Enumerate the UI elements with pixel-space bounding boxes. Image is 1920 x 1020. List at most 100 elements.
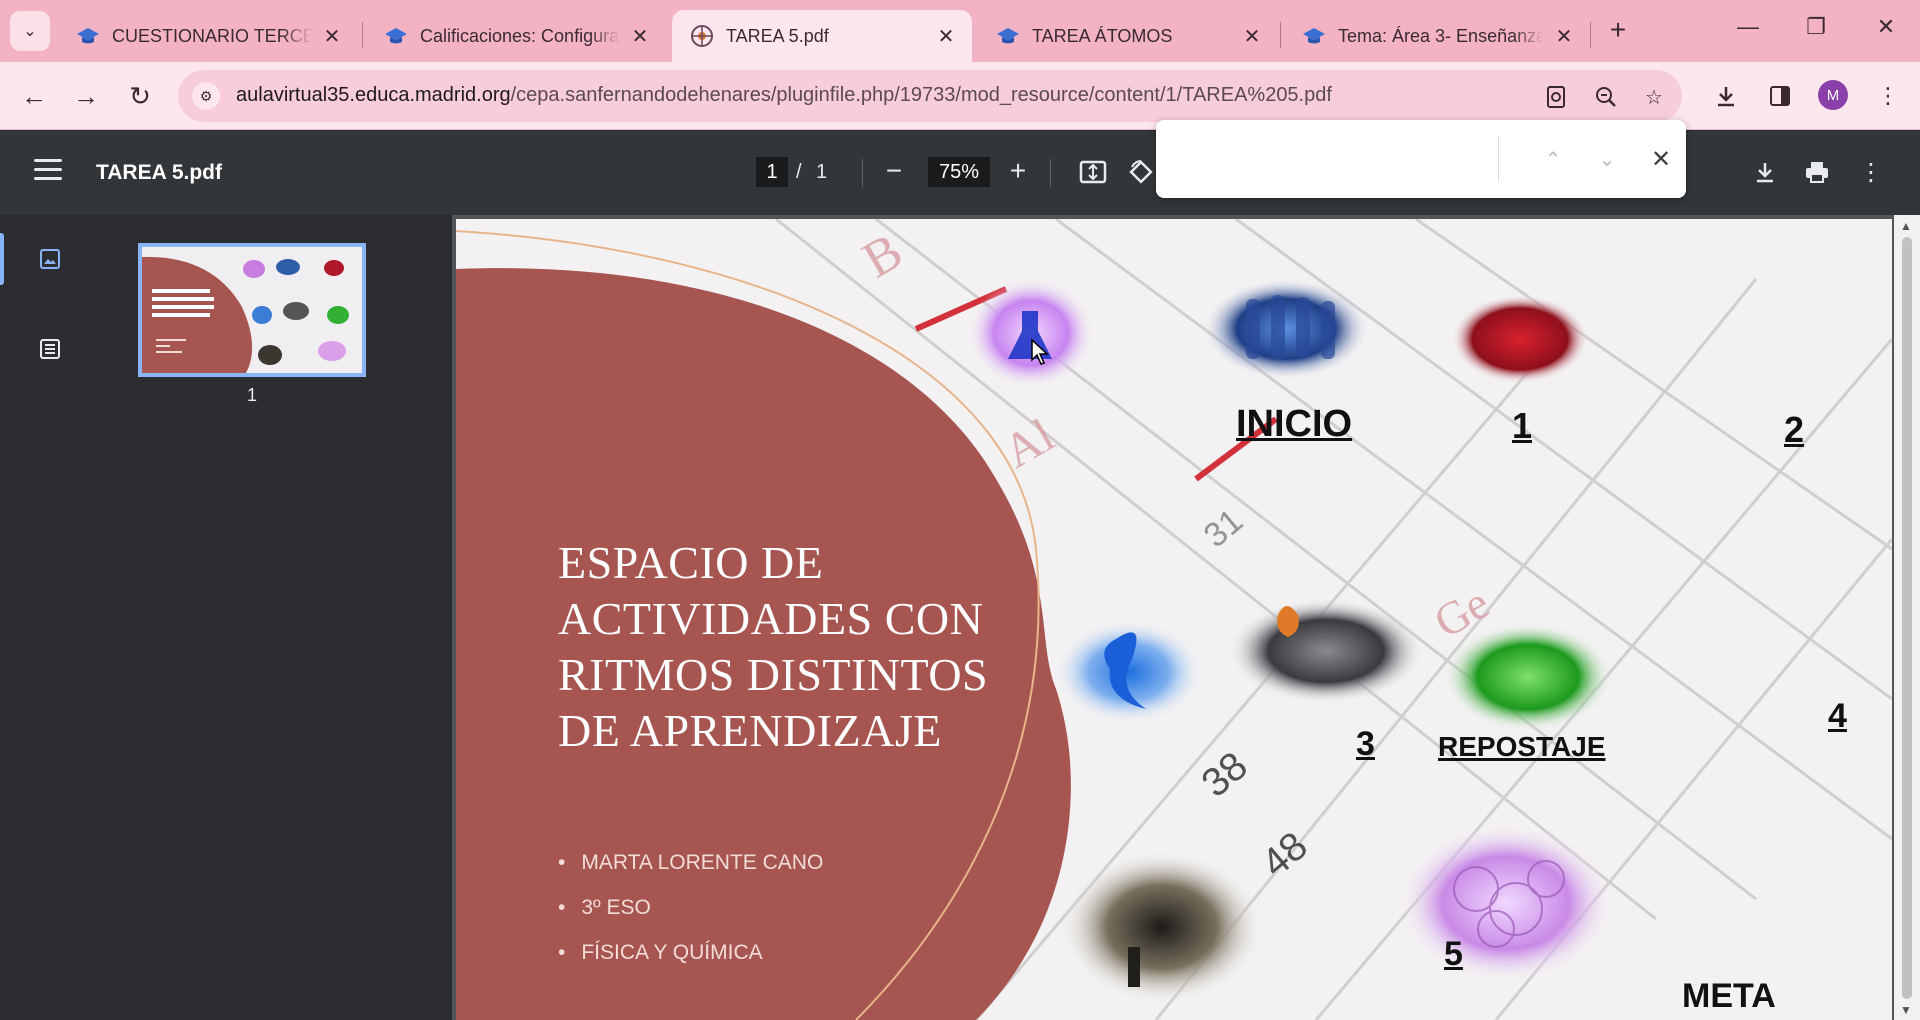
slide-author-list: MARTA LORENTE CANO 3º ESO FÍSICA Y QUÍMI… [558, 851, 823, 986]
downloads-button[interactable] [1706, 76, 1746, 116]
mouse-cursor-icon [1031, 338, 1049, 365]
arrow-left-icon: ← [21, 80, 47, 111]
pdf-more-button[interactable]: ⋮ [1854, 155, 1888, 189]
minus-icon: − [885, 155, 903, 186]
page-separator: / [796, 161, 802, 183]
print-icon [1806, 162, 1828, 183]
url-path: /cepa.sanfernandodehenares/pluginfile.ph… [510, 84, 1332, 106]
tab-title: CUESTIONARIO TERCER TRIMESTRE [112, 25, 312, 46]
url-text[interactable]: aulavirtual35.educa.madrid.org/cepa.sanf… [236, 84, 1332, 107]
tab-calificaciones[interactable]: Calificaciones: Configuración ✕ [366, 10, 666, 62]
green-cells-image [1444, 623, 1612, 731]
rotate-button[interactable] [1124, 155, 1158, 189]
zoom-input[interactable]: 75% [928, 157, 990, 187]
tab-title: TAREA 5.pdf [726, 25, 829, 46]
close-window-button[interactable]: ✕ [1866, 14, 1906, 40]
link-inicio[interactable]: INICIO [1236, 403, 1352, 446]
find-close-button[interactable]: ✕ [1644, 142, 1678, 176]
thumbnail-page-number: 1 [247, 385, 258, 405]
url-host: aulavirtual35.educa.madrid.org [236, 84, 511, 106]
arrow-right-icon: → [73, 80, 99, 111]
plus-icon: + [1609, 14, 1627, 45]
slide-title: ESPACIO DE ACTIVIDADES CON RITMOS DISTIN… [558, 535, 1078, 759]
minimize-button[interactable]: — [1728, 14, 1768, 40]
tab-title: TAREA ÁTOMOS [1032, 25, 1173, 46]
minimize-icon: — [1737, 14, 1759, 39]
scroll-down-icon[interactable]: ▼ [1900, 1003, 1912, 1017]
address-bar[interactable]: ⚙ aulavirtual35.educa.madrid.org/cepa.sa… [178, 70, 1682, 122]
browser-menu-button[interactable]: ⋮ [1868, 76, 1908, 116]
link-5[interactable]: 5 [1444, 935, 1463, 974]
zoom-icon[interactable] [1592, 83, 1620, 111]
fit-to-page-button[interactable] [1076, 155, 1110, 189]
toolbar-divider [1050, 159, 1051, 187]
page-total: 1 [816, 161, 828, 183]
plus-icon: + [1009, 155, 1027, 186]
bookmark-star-icon[interactable]: ☆ [1640, 83, 1668, 111]
tab-search-button[interactable]: ⌄ [10, 11, 50, 51]
close-icon[interactable]: ✕ [1552, 24, 1576, 49]
moodle-cap-icon [77, 28, 99, 44]
more-vertical-icon: ⋮ [1859, 158, 1883, 186]
menu-icon[interactable] [34, 159, 62, 181]
close-icon[interactable]: ✕ [1240, 24, 1264, 49]
moodle-cap-icon [997, 28, 1019, 44]
fit-page-icon [1079, 160, 1107, 184]
find-previous-button[interactable]: ⌃ [1536, 142, 1570, 176]
page-search-icon[interactable] [1542, 83, 1570, 111]
link-4[interactable]: 4 [1828, 697, 1847, 736]
reload-button[interactable]: ↻ [120, 76, 160, 116]
link-2[interactable]: 2 [1784, 409, 1804, 451]
close-icon[interactable]: ✕ [320, 24, 344, 49]
list-icon [40, 339, 60, 359]
zoom-in-button[interactable]: + [1000, 153, 1036, 189]
tab-cuestionario[interactable]: CUESTIONARIO TERCER TRIMESTRE ✕ [58, 10, 358, 62]
zoom-out-button[interactable]: − [876, 153, 912, 189]
side-panel-button[interactable] [1760, 76, 1800, 116]
thumbnails-tab[interactable] [0, 229, 100, 289]
back-button[interactable]: ← [14, 76, 54, 116]
site-info-icon[interactable]: ⚙ [192, 82, 220, 110]
tab-separator [1280, 22, 1281, 48]
more-vertical-icon: ⋮ [1877, 83, 1899, 108]
link-repostaje[interactable]: REPOSTAJE [1438, 731, 1606, 763]
scroll-up-icon[interactable]: ▲ [1900, 219, 1912, 233]
reload-icon: ↻ [129, 80, 151, 111]
new-tab-button[interactable]: + [1600, 14, 1636, 46]
chevron-up-icon: ⌃ [1544, 148, 1562, 171]
page-number-input[interactable]: 1 [756, 157, 788, 187]
page-scrollbar[interactable]: ▲ ▼ [1894, 215, 1920, 1020]
tab-tarea-atomos[interactable]: TAREA ÁTOMOS ✕ [978, 10, 1278, 62]
test-tubes-image [1204, 279, 1368, 379]
forward-button[interactable]: → [66, 76, 106, 116]
tab-tema-area-3[interactable]: Tema: Área 3- Enseñanza ✕ [1284, 10, 1590, 62]
tab-tarea-5[interactable]: TAREA 5.pdf ✕ [672, 10, 972, 62]
find-input[interactable] [1170, 136, 1440, 180]
pdf-viewport[interactable]: B Al Ge In 48 38 31 [452, 215, 1894, 1020]
restore-icon: ❐ [1806, 14, 1826, 39]
pdf-page: B Al Ge In 48 38 31 [456, 219, 1892, 1020]
moodle-cap-icon [385, 28, 407, 44]
scrollbar-thumb[interactable] [1902, 237, 1912, 999]
side-panel-icon [1770, 86, 1790, 106]
outline-tab[interactable] [0, 319, 100, 379]
slide-thumbnail-image [142, 247, 362, 373]
oil-drop-image [1230, 599, 1422, 703]
link-meta[interactable]: META [1682, 977, 1776, 1016]
smoke-image [1062, 851, 1262, 1003]
link-1[interactable]: 1 [1512, 405, 1532, 447]
page-thumbnail-1[interactable] [138, 243, 366, 377]
profile-avatar[interactable]: M [1818, 80, 1848, 110]
list-item: MARTA LORENTE CANO [558, 851, 823, 877]
print-button[interactable] [1800, 155, 1834, 189]
virus-image [1452, 295, 1588, 383]
tab-separator [362, 22, 363, 48]
close-icon[interactable]: ✕ [628, 24, 652, 49]
restore-button[interactable]: ❐ [1796, 14, 1836, 40]
close-icon[interactable]: ✕ [934, 24, 958, 49]
link-3[interactable]: 3 [1356, 725, 1375, 764]
tab-title: Calificaciones: Configuración [420, 25, 620, 46]
slide-title-line: RITMOS DISTINTOS [558, 649, 989, 700]
download-pdf-button[interactable] [1748, 155, 1782, 189]
find-next-button[interactable]: ⌄ [1590, 142, 1624, 176]
